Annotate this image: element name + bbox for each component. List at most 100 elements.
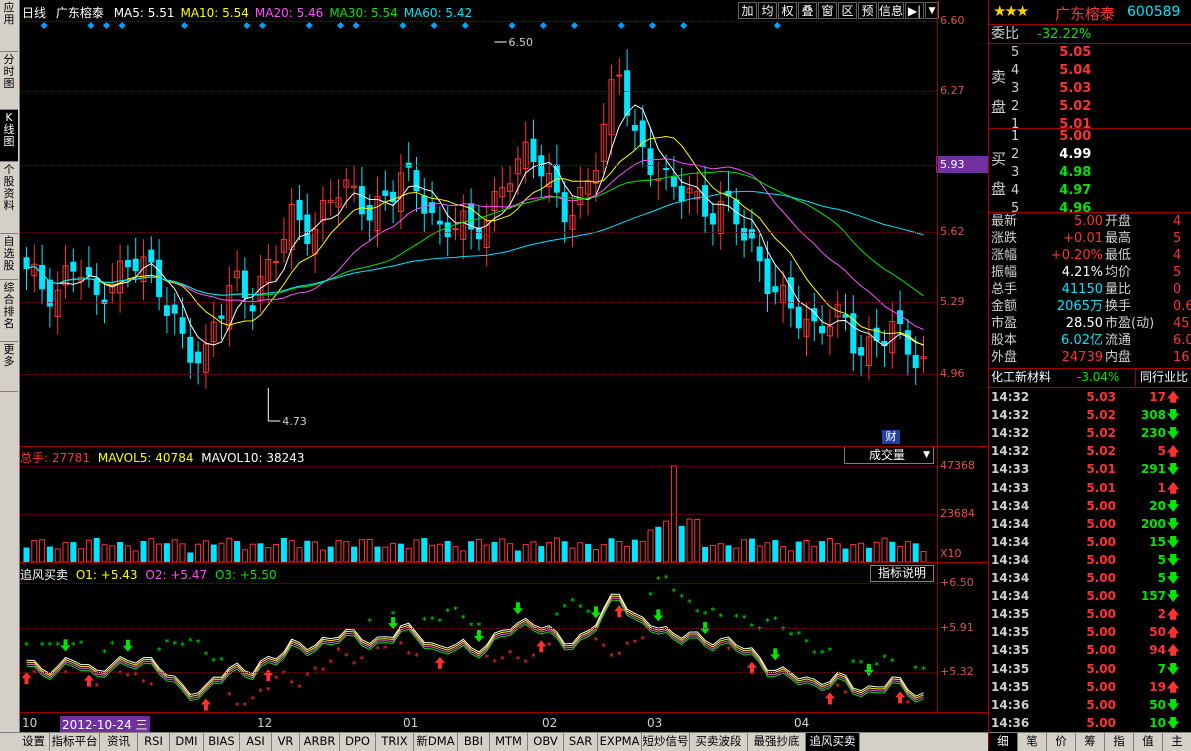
volume-bar: [78, 548, 85, 563]
left-tab-4[interactable]: 自选股: [0, 234, 18, 280]
indicator-dot: *: [601, 642, 606, 653]
volume-header: 总手: 27781 MAVOL5: 40784 MAVOL10: 38243: [20, 449, 305, 466]
kline-chart[interactable]: 6.504.73*** * *** ***** * ** *** * * * *** *** *** **…: [20, 0, 988, 732]
arrow-up-icon: 🡅: [1167, 643, 1180, 658]
indicator-tab-7[interactable]: VR: [272, 733, 300, 751]
fin-badge[interactable]: 财: [882, 430, 900, 444]
indicator-dot: *: [656, 575, 661, 586]
indicator-help-button[interactable]: 指标说明: [870, 565, 934, 582]
indicator-tab-5[interactable]: BIAS: [204, 733, 240, 751]
quote-tab-0[interactable]: 细: [989, 733, 1018, 751]
indicator-tab-4[interactable]: DMI: [170, 733, 204, 751]
tick-volume: 19: [1149, 679, 1166, 694]
arrow-down-icon: 🡇: [1167, 552, 1180, 567]
industry-row[interactable]: 化工新材料 -3.04% 同行业比: [989, 368, 1191, 388]
left-tab-0[interactable]: 应用: [0, 0, 18, 52]
indicator-gridline: [20, 583, 937, 584]
quote-tab-6[interactable]: 主: [1163, 733, 1191, 751]
sell-arrow-icon: [653, 609, 664, 622]
ask-level: 2: [1011, 99, 1020, 114]
volume-bar: [257, 543, 264, 563]
left-tab-5[interactable]: 综合排名: [0, 280, 18, 342]
stat-value: 45: [1173, 316, 1190, 331]
indicator-tab-3[interactable]: RSI: [138, 733, 170, 751]
volume-bar: [764, 542, 771, 563]
bid-row[interactable]: 2 4.99: [1011, 146, 1091, 164]
left-tab-2[interactable]: K线图: [0, 110, 18, 162]
bid-row[interactable]: 1 5.00: [1011, 128, 1091, 146]
chart-area[interactable]: 日线 广东榕泰 MA5: 5.51 MA10: 5.54 MA20: 5.46 MA3…: [20, 0, 988, 733]
indicator-tab-16[interactable]: EXPMA: [598, 733, 642, 751]
indicator-tab-2[interactable]: 资讯: [100, 733, 138, 751]
indicator-tab-20[interactable]: 追风买卖: [806, 733, 860, 751]
indicator-tab-10[interactable]: TRIX: [376, 733, 414, 751]
ask-row[interactable]: 5 5.05: [1011, 44, 1091, 62]
indicator-tab-11[interactable]: 新DMA: [414, 733, 458, 751]
ma-line-5: [26, 104, 924, 347]
quote-tab-1[interactable]: 笔: [1018, 733, 1047, 751]
left-tab-6[interactable]: 更多: [0, 342, 18, 392]
indicator-tab-12[interactable]: BBI: [458, 733, 490, 751]
tick-price: 5.02: [1086, 444, 1116, 459]
candle-body: [764, 258, 771, 295]
tick-row: 14:33 5.01 1 🡅: [991, 479, 1191, 497]
volume-bar: [148, 538, 155, 563]
candle-body: [436, 220, 443, 225]
tick-row: 14:34 5.00 5 🡇: [991, 569, 1191, 587]
ask-row[interactable]: 2 5.02: [1011, 98, 1091, 116]
price-gridline: [20, 91, 937, 92]
bid-row[interactable]: 3 4.98: [1011, 164, 1091, 182]
indicator-tab-9[interactable]: DPO: [340, 733, 376, 751]
candle-body: [218, 315, 225, 319]
left-tab-3[interactable]: 个股资料: [0, 162, 18, 234]
tick-price: 5.00: [1086, 715, 1116, 730]
candle-body: [678, 185, 685, 202]
indicator-tab-1[interactable]: 指标平台: [50, 733, 100, 751]
arrow-down-icon: 🡇: [1167, 589, 1180, 604]
quote-tab-3[interactable]: 筹: [1076, 733, 1105, 751]
sell-arrow-icon: [473, 629, 484, 642]
indicator-dot: *: [671, 587, 676, 598]
indicator-tab-17[interactable]: 短炒信号: [642, 733, 690, 751]
indicator-dot: *: [274, 674, 279, 685]
indicator-tab-19[interactable]: 最强抄底: [748, 733, 806, 751]
indicator-dot: *: [679, 592, 684, 603]
diamond-marker: [258, 21, 267, 30]
quote-tab-2[interactable]: 价: [1047, 733, 1076, 751]
indicator-tab-8[interactable]: ARBR: [300, 733, 340, 751]
ask-row[interactable]: 3 5.03: [1011, 80, 1091, 98]
indicator-dot: *: [367, 617, 372, 628]
indicator-tab-15[interactable]: SAR: [564, 733, 598, 751]
indicator-tab-6[interactable]: ASI: [240, 733, 272, 751]
ask-row[interactable]: 4 5.04: [1011, 62, 1091, 80]
quote-title-bar: ★★★ 广东榕泰 600589: [989, 0, 1191, 25]
diamond-marker: [102, 21, 111, 30]
indicator-dot: *: [913, 664, 918, 675]
tick-price: 5.00: [1086, 625, 1116, 640]
indicator-tab-13[interactable]: MTM: [490, 733, 528, 751]
volume-bar: [811, 545, 818, 563]
quote-tab-5[interactable]: 值: [1134, 733, 1163, 751]
bid-level: 4: [1011, 183, 1020, 198]
volume-bar: [179, 543, 186, 563]
indicator-dot: *: [79, 639, 84, 650]
indicator-tab-18[interactable]: 买卖波段: [690, 733, 748, 751]
indicator-dot: *: [375, 645, 380, 656]
tick-time: 14:34: [991, 571, 1030, 585]
tick-time: 14:35: [991, 643, 1030, 658]
bid-row[interactable]: 4 4.97: [1011, 182, 1091, 200]
tick-row: 14:35 5.00 7 🡇: [991, 660, 1191, 678]
stat-row: 最新 5.00 开盘 4: [991, 213, 1191, 231]
volume-bar: [265, 547, 272, 563]
indicator-dot: *: [24, 640, 29, 651]
quote-tab-4[interactable]: 指: [1105, 733, 1134, 751]
left-tab-1[interactable]: 分时图: [0, 52, 18, 110]
volume-selector[interactable]: 成交量 ▼: [844, 446, 934, 464]
indicator-tab-14[interactable]: OBV: [528, 733, 564, 751]
price-axis-label: 6.27: [940, 84, 965, 97]
tick-price: 5.01: [1086, 480, 1116, 495]
indicator-tab-0[interactable]: 设置: [18, 733, 50, 751]
volume-bar: [850, 544, 857, 563]
indicator-dot: *: [710, 606, 715, 617]
volume-bar: [585, 543, 592, 563]
